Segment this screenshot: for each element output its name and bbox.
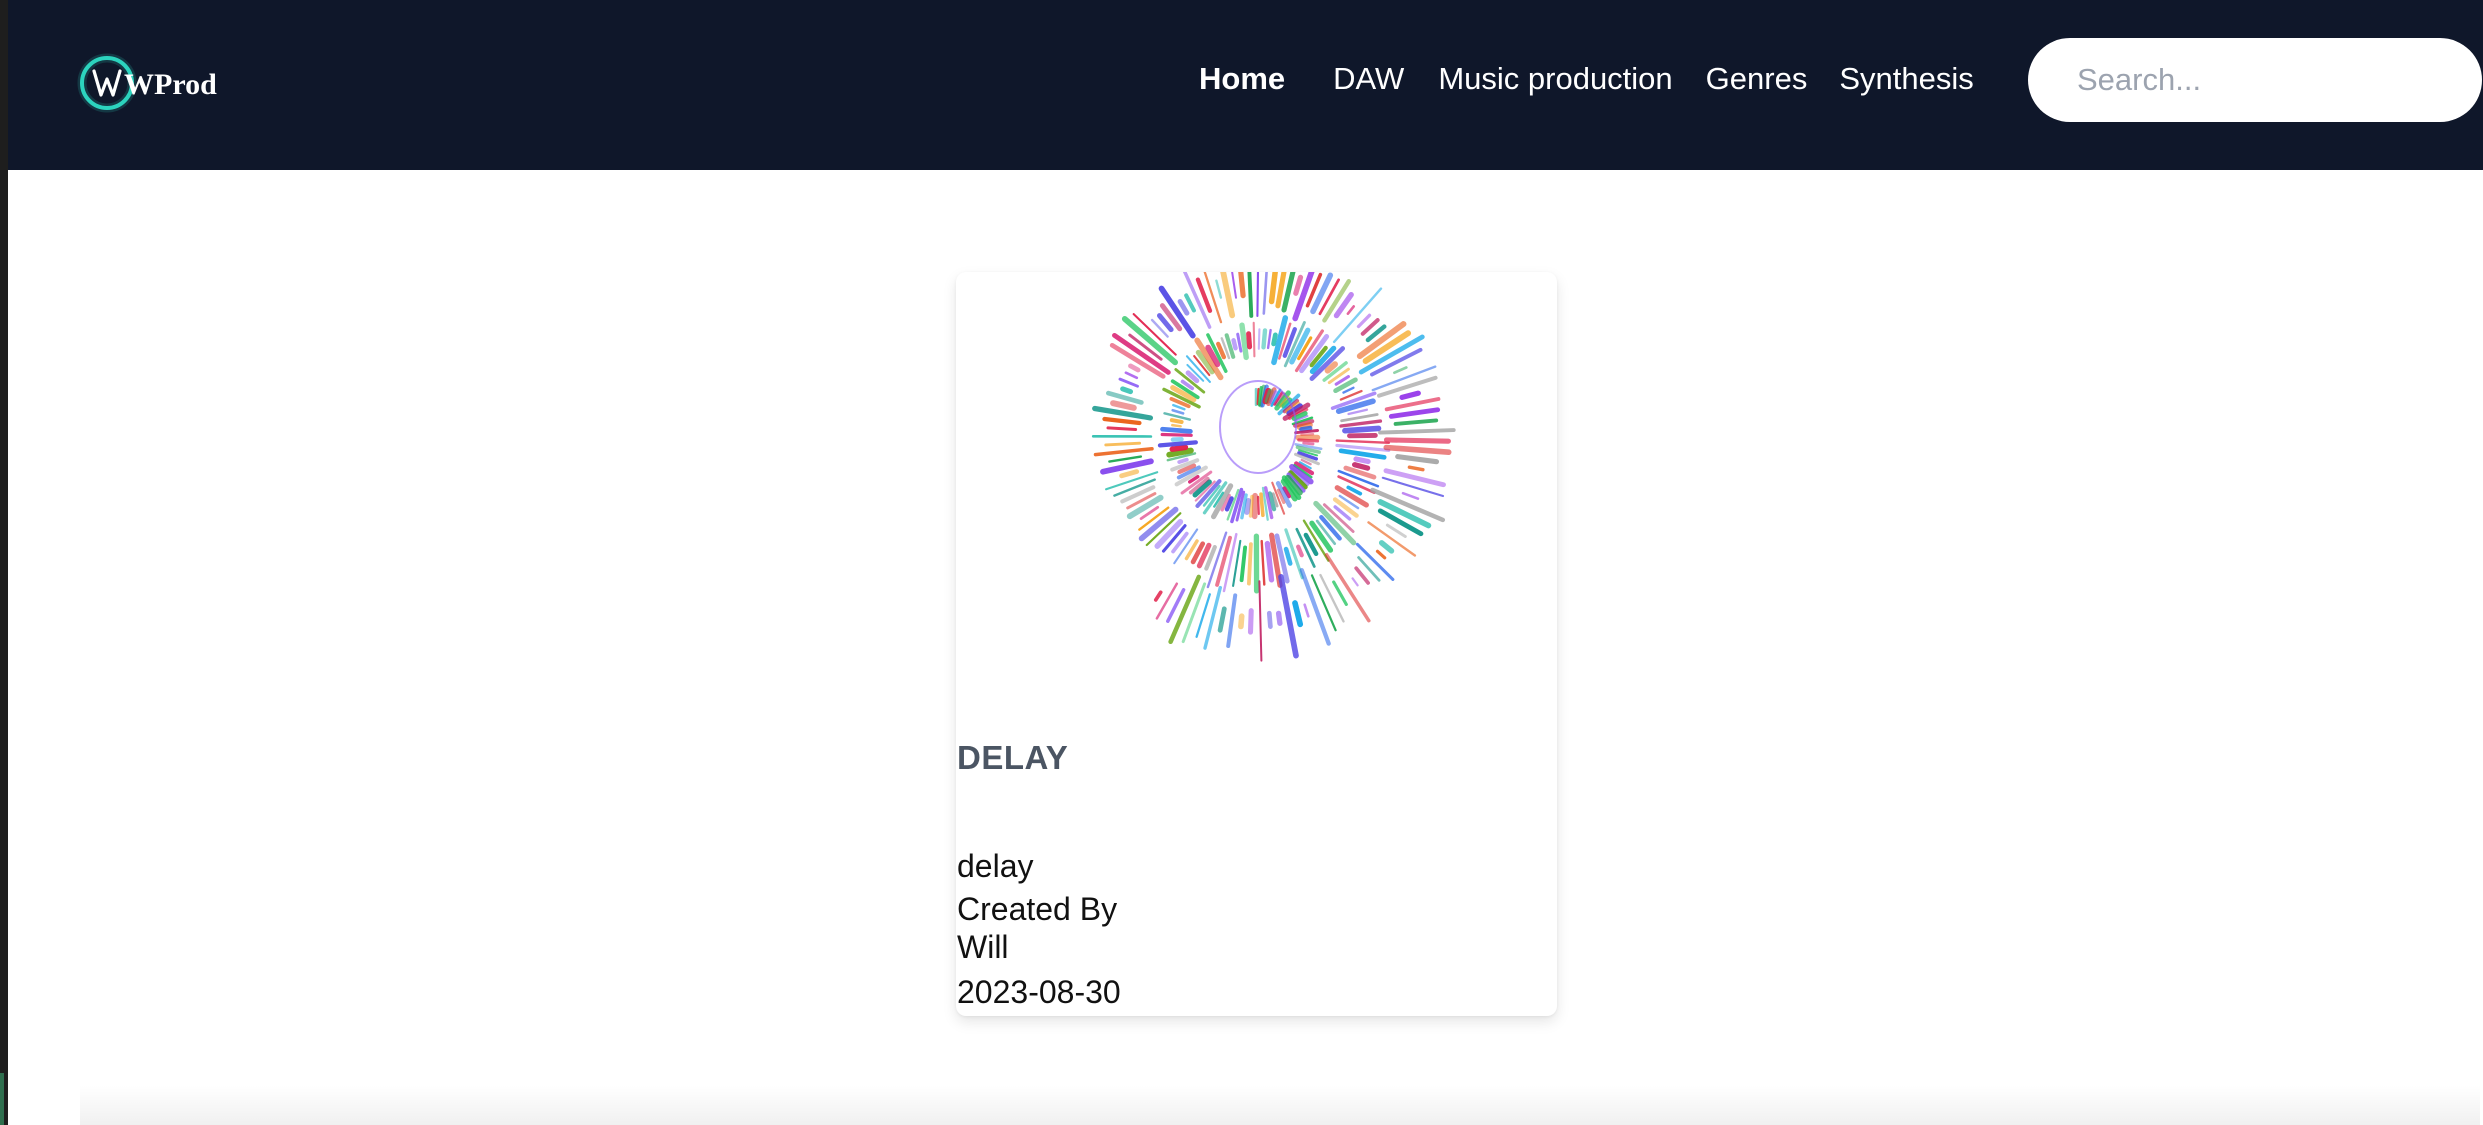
logo-icon: WProd — [77, 53, 217, 113]
created-by-label: Created By — [957, 891, 1118, 927]
card-description: delay — [957, 848, 1034, 884]
navbar: WProd Home DAW Music production Genres S… — [8, 0, 2483, 170]
nav-genres[interactable]: Genres — [1706, 61, 1808, 97]
logo-text: WProd — [124, 68, 217, 101]
footer-shadow — [80, 1085, 2480, 1125]
page: WProd Home DAW Music production Genres S… — [0, 0, 2483, 1125]
nav-daw[interactable]: DAW — [1333, 61, 1404, 97]
nav-music-production[interactable]: Music production — [1438, 61, 1672, 97]
card-date: 2023-08-30 — [957, 974, 1121, 1010]
nav-home[interactable]: Home — [1199, 61, 1285, 97]
main-nav: Home DAW Music production Genres Synthes… — [1199, 52, 1974, 106]
logo[interactable]: WProd — [74, 50, 234, 116]
card-title: DELAY — [957, 739, 1069, 776]
waveform-spiral-image — [1091, 272, 1456, 662]
nav-synthesis[interactable]: Synthesis — [1839, 61, 1973, 97]
window-edge — [0, 0, 8, 1125]
card-author: Will — [957, 929, 1009, 965]
search-input[interactable] — [2028, 38, 2482, 122]
window-edge-accent — [0, 1073, 4, 1125]
